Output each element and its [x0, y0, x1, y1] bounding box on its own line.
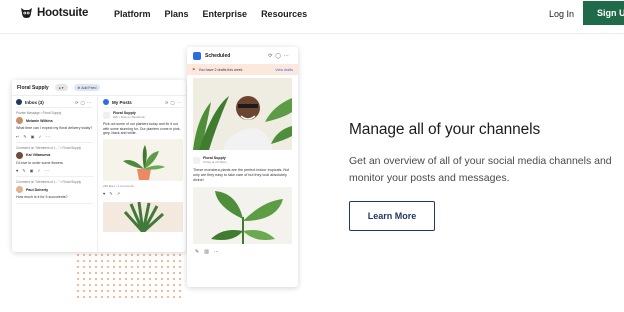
potted-plant-photo	[103, 138, 183, 181]
brand-avatar	[103, 111, 110, 119]
message-sender: Kai Villanueva	[26, 153, 51, 158]
post-header: Floral Supply 20h • Now on Facebook	[103, 111, 183, 119]
column-actions-icon: ⟳◯⋯	[165, 99, 183, 105]
login-link[interactable]: Log In	[549, 9, 574, 19]
message-user: Kai Villanueva	[16, 151, 93, 159]
nav-resources[interactable]: Resources	[261, 9, 307, 19]
message-text: I'd love to order some flowers	[16, 160, 63, 165]
message-text: What time can I expect my floral deliver…	[16, 126, 93, 130]
dashboard-streams-card: Floral Supply ● ▾ ⊕ Add Feed Inbox (3) ⟳…	[12, 80, 186, 252]
logo-text: Hootsuite	[37, 6, 89, 19]
inbox-header: Inbox (3) ⟳◯⋯	[16, 97, 93, 108]
posts-header: My Posts ⟳◯⋯	[103, 97, 183, 108]
inbox-column: Inbox (3) ⟳◯⋯ Private Message • Floral S…	[12, 97, 98, 252]
refresh-search-more-icon: ⟳◯⋯	[268, 52, 292, 59]
message-actions-icon: ↩✎▣✓⋯	[16, 133, 54, 139]
edit-delete-more-icon: ✎▥⋯	[195, 248, 224, 255]
message-text: How much is it for 5 succulents?	[16, 195, 68, 200]
posts-avatar-icon	[103, 99, 109, 105]
inbox-message: Comment on "Members of L..." • Floral Su…	[16, 143, 93, 178]
man-with-plant-photo	[193, 78, 292, 150]
drafts-notice: You have 2 drafts this week	[198, 67, 243, 72]
section-headline: Manage all of your channels	[349, 121, 541, 138]
avatar	[16, 151, 23, 159]
primary-nav: Platform Plans Enterprise Resources	[114, 9, 307, 19]
view-drafts-link: View drafts	[275, 67, 293, 72]
add-feed-button: ⊕ Add Feed	[73, 84, 101, 91]
message-context: Comment on "Members of L..." • Floral Su…	[16, 180, 82, 185]
inbox-message: Comment on "Members of L..." • Floral Su…	[16, 177, 93, 205]
org-name: Floral Supply	[17, 84, 49, 91]
post-meta: 20h • Now on Facebook	[113, 115, 145, 119]
streams-header: Floral Supply ● ▾ ⊕ Add Feed	[12, 80, 186, 96]
post-stats: 248 likes • 4 comments	[103, 183, 134, 188]
top-nav: Hootsuite Platform Plans Enterprise Reso…	[0, 0, 624, 34]
message-context: Private Message • Floral Supply	[16, 111, 62, 115]
section-description: Get an overview of all of your social me…	[349, 155, 612, 184]
hootsuite-logo[interactable]: Hootsuite	[20, 6, 88, 19]
column-actions-icon: ⟳◯⋯	[75, 99, 93, 105]
inbox-title: Inbox (3)	[25, 99, 44, 105]
palm-leaf-photo	[103, 201, 183, 232]
nav-platform[interactable]: Platform	[114, 9, 151, 19]
avatar	[16, 117, 23, 124]
post-text: Pick out some of our planters today and …	[103, 122, 181, 136]
avatar	[16, 186, 23, 194]
scheduled-post-header: Floral Supply Today at 12:30pm	[193, 156, 292, 164]
post-actions-icon: ♥✎↗	[103, 190, 125, 196]
owl-logo-icon	[20, 6, 33, 19]
scheduled-header: Scheduled ⟳◯⋯	[187, 47, 298, 64]
signup-button[interactable]: Sign Up	[583, 1, 624, 25]
decorative-dot-grid	[75, 252, 185, 300]
my-posts-column: My Posts ⟳◯⋯ Floral Supply 20h • Now on …	[100, 97, 186, 252]
post-meta: Today at 12:30pm	[203, 160, 227, 164]
calendar-icon	[193, 51, 201, 60]
learn-more-button[interactable]: Learn More	[349, 201, 435, 231]
scheduled-title: Scheduled	[205, 52, 231, 59]
drafts-notice-bar: ⚑ You have 2 drafts this week View draft…	[187, 64, 298, 75]
message-actions-icon: ♥✎▣✓⋯	[16, 168, 53, 174]
message-user: Melanie Wilkins	[16, 117, 93, 124]
scheduled-post-text: These monstera plants are the perfect in…	[193, 168, 290, 182]
nav-enterprise[interactable]: Enterprise	[203, 9, 248, 19]
message-sender: Paul Doherty	[26, 187, 49, 192]
org-toggle-icon: ● ▾	[54, 84, 68, 91]
add-feed-label: Add Feed	[81, 85, 97, 90]
monstera-photo	[193, 186, 292, 244]
inbox-avatar-icon	[16, 99, 22, 105]
warning-icon: ⚑	[192, 67, 196, 72]
posts-title: My Posts	[112, 99, 132, 105]
scheduled-card: Scheduled ⟳◯⋯ ⚑ You have 2 drafts this w…	[187, 47, 298, 287]
message-context: Comment on "Members of L..." • Floral Su…	[16, 145, 82, 150]
message-sender: Melanie Wilkins	[26, 118, 53, 123]
inbox-message: Private Message • Floral Supply Melanie …	[16, 108, 93, 143]
brand-avatar	[193, 156, 200, 164]
message-user: Paul Doherty	[16, 186, 93, 194]
nav-plans[interactable]: Plans	[165, 9, 189, 19]
